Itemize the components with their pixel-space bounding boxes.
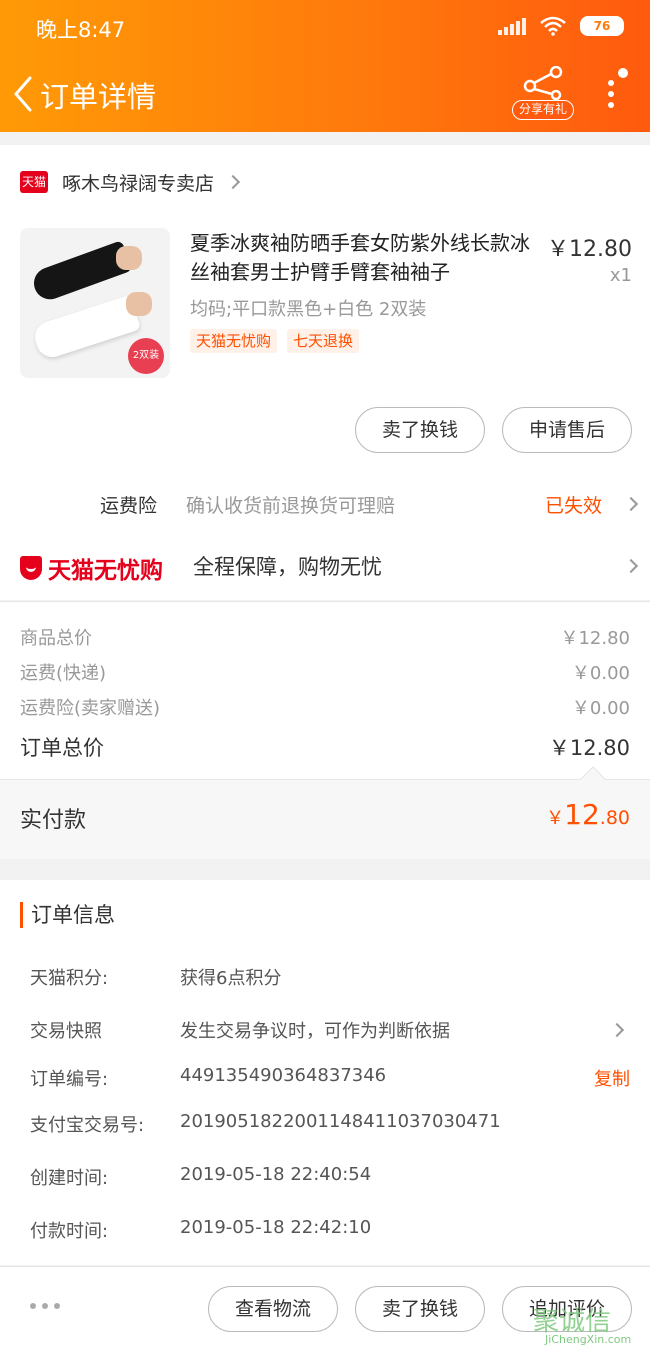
product-spec: 均码;平口款黑色+白色 2双装 bbox=[190, 299, 427, 320]
tmall-icon: 天猫 bbox=[20, 171, 48, 193]
paid-integer: 12 bbox=[564, 798, 600, 831]
shop-row[interactable]: 天猫 啄木鸟禄阔专卖店 bbox=[20, 167, 241, 197]
info-label: 支付宝交易号: bbox=[30, 1115, 145, 1136]
view-logistics-button[interactable]: 查看物流 bbox=[208, 1286, 338, 1332]
more-actions-icon[interactable] bbox=[30, 1303, 60, 1309]
price-row-goods: 商品总价 ￥12.80 bbox=[20, 624, 630, 654]
info-row-alipay: 支付宝交易号: 2019051822001148411037030471 bbox=[30, 1111, 630, 1141]
chevron-right-icon bbox=[225, 174, 241, 190]
paid-decimal: .80 bbox=[599, 807, 630, 829]
tag-seven-day-return: 七天退换 bbox=[287, 329, 360, 353]
share-icon bbox=[523, 66, 563, 100]
order-item-card: 天猫 啄木鸟禄阔专卖店 2双装 夏季冰爽袖防晒手套女防紫外线长款冰丝袖套男士护臂… bbox=[0, 145, 650, 600]
worry-free-desc: 全程保障，购物无忧 bbox=[193, 555, 382, 579]
header-bar: 晚上8:47 76 订单详情 分享有礼 bbox=[0, 0, 650, 132]
status-icons: 76 bbox=[498, 16, 624, 36]
info-value: 发生交易争议时，可作为判断依据 bbox=[180, 1021, 450, 1042]
thumb-badge: 2双装 bbox=[128, 338, 164, 374]
info-label: 交易快照 bbox=[30, 1021, 102, 1042]
copy-button[interactable]: 复制 bbox=[594, 1065, 630, 1091]
product-qty: x1 bbox=[609, 265, 632, 286]
info-row-snapshot[interactable]: 交易快照 发生交易争议时，可作为判断依据 bbox=[30, 1017, 630, 1047]
order-info-section: 订单信息 天猫积分: 获得6点积分 交易快照 发生交易争议时，可作为判断依据 订… bbox=[0, 880, 650, 1265]
info-label: 订单编号: bbox=[30, 1069, 109, 1090]
paid-currency: ￥ bbox=[546, 808, 565, 829]
product-title[interactable]: 夏季冰爽袖防晒手套女防紫外线长款冰丝袖套男士护臂手臂套袖袖子 bbox=[190, 229, 540, 287]
nav-bar: 订单详情 分享有礼 bbox=[0, 64, 650, 124]
order-total-value: ￥12.80 bbox=[548, 736, 630, 760]
chevron-right-icon bbox=[623, 558, 639, 574]
info-value: 2019051822001148411037030471 bbox=[180, 1111, 501, 1132]
sell-button-bottom[interactable]: 卖了换钱 bbox=[355, 1286, 485, 1332]
price-row-value: ￥0.00 bbox=[571, 698, 630, 719]
price-row-insurance: 运费险(卖家赠送) ￥0.00 bbox=[20, 694, 630, 724]
price-row-shipping: 运费(快递) ￥0.00 bbox=[20, 659, 630, 689]
order-info-title: 订单信息 bbox=[20, 902, 115, 928]
worry-free-row[interactable]: 天猫无忧购 全程保障，购物无忧 bbox=[0, 543, 650, 587]
info-value: 获得6点积分 bbox=[180, 968, 282, 989]
product-tags: 天猫无忧购 七天退换 bbox=[190, 329, 360, 353]
freight-insurance-label: 运费险 bbox=[100, 495, 158, 517]
paid-value: ￥12.80 bbox=[546, 798, 630, 831]
info-row-points: 天猫积分: 获得6点积分 bbox=[30, 964, 630, 994]
paid-label: 实付款 bbox=[20, 808, 87, 833]
status-time: 晚上8:47 bbox=[36, 18, 126, 42]
freight-insurance-status: 已失效 bbox=[545, 495, 603, 517]
back-arrow-icon[interactable] bbox=[10, 72, 38, 116]
product-price: ￥12.80 bbox=[547, 237, 632, 262]
price-row-label: 运费(快递) bbox=[20, 663, 107, 684]
order-total-row: 订单总价 ￥12.80 bbox=[20, 732, 630, 762]
sell-button[interactable]: 卖了换钱 bbox=[355, 407, 485, 453]
info-row-order-number: 订单编号: 449135490364837346 复制 bbox=[30, 1065, 630, 1095]
page-title: 订单详情 bbox=[40, 80, 157, 114]
bottom-action-bar: 查看物流 卖了换钱 追加评价 聚诚信 JiChengXin.com bbox=[0, 1266, 650, 1350]
freight-insurance-desc: 确认收货前退换货可理赔 bbox=[186, 495, 396, 517]
worry-free-name: 天猫无忧购 bbox=[48, 558, 163, 584]
aftersale-button[interactable]: 申请售后 bbox=[502, 407, 632, 453]
info-value: 2019-05-18 22:42:10 bbox=[180, 1217, 372, 1238]
notification-dot bbox=[618, 68, 628, 78]
price-row-value: ￥12.80 bbox=[560, 628, 630, 649]
info-value: 449135490364837346 bbox=[180, 1065, 387, 1086]
shield-icon bbox=[20, 556, 42, 580]
watermark: 聚诚信 JiChengXin.com bbox=[533, 1301, 650, 1346]
freight-insurance-row[interactable]: 运费险 确认收货前退换货可理赔 已失效 bbox=[0, 481, 650, 525]
info-row-paid: 付款时间: 2019-05-18 22:42:10 bbox=[30, 1217, 630, 1247]
info-label: 付款时间: bbox=[30, 1221, 109, 1242]
info-label: 创建时间: bbox=[30, 1168, 109, 1189]
battery-icon: 76 bbox=[580, 16, 624, 36]
price-breakdown: 商品总价 ￥12.80 运费(快递) ￥0.00 运费险(卖家赠送) ￥0.00… bbox=[0, 601, 650, 779]
share-label: 分享有礼 bbox=[512, 100, 574, 120]
paid-amount-row: 实付款 ￥12.80 bbox=[0, 766, 650, 859]
wifi-icon bbox=[540, 16, 566, 36]
price-row-label: 运费险(卖家赠送) bbox=[20, 698, 161, 719]
info-label: 天猫积分: bbox=[30, 968, 109, 989]
signal-icon bbox=[498, 17, 526, 35]
more-menu-icon[interactable] bbox=[600, 66, 630, 112]
chevron-right-icon bbox=[609, 1022, 625, 1038]
product-thumbnail[interactable]: 2双装 bbox=[20, 228, 170, 378]
info-row-created: 创建时间: 2019-05-18 22:40:54 bbox=[30, 1164, 630, 1194]
worry-free-logo: 天猫无忧购 bbox=[20, 551, 163, 585]
order-total-label: 订单总价 bbox=[20, 736, 104, 760]
watermark-sub: JiChengXin.com bbox=[545, 1333, 632, 1346]
shop-name: 啄木鸟禄阔专卖店 bbox=[62, 172, 215, 195]
info-value: 2019-05-18 22:40:54 bbox=[180, 1164, 372, 1185]
tag-worry-free: 天猫无忧购 bbox=[190, 329, 278, 353]
share-button[interactable]: 分享有礼 bbox=[512, 66, 574, 122]
price-row-value: ￥0.00 bbox=[571, 663, 630, 684]
price-row-label: 商品总价 bbox=[20, 628, 92, 649]
chevron-right-icon bbox=[623, 496, 639, 512]
